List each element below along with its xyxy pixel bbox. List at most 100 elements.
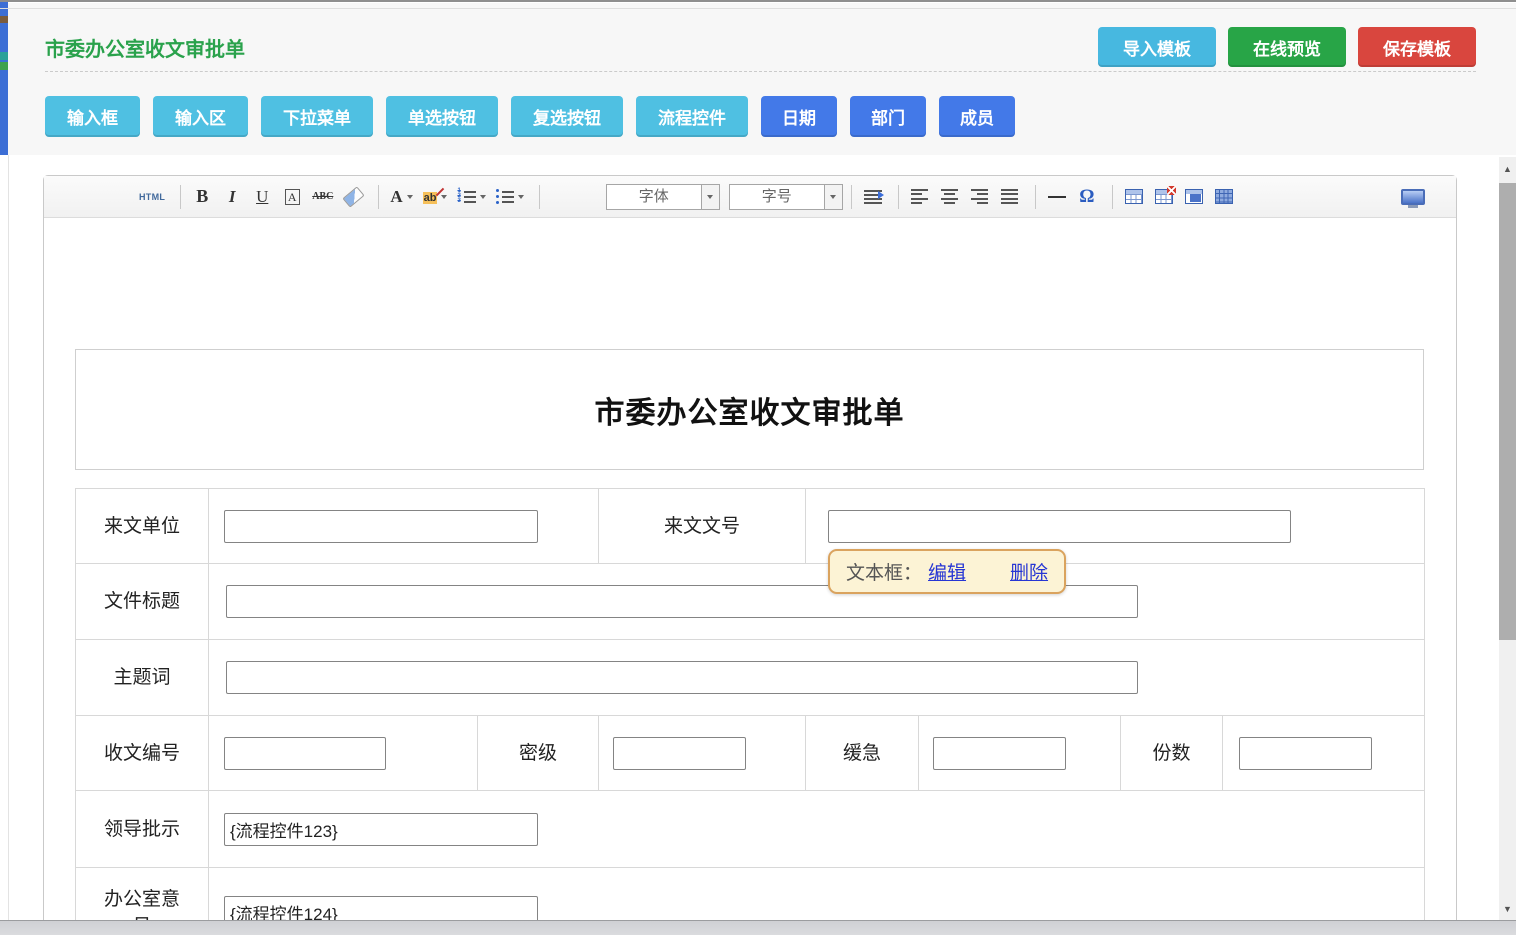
add-date-button[interactable]: 日期 [761, 96, 837, 137]
security-level-input[interactable] [613, 737, 746, 770]
field-label: 领导批示 [76, 791, 209, 868]
align-right-icon[interactable] [967, 182, 993, 212]
header: 市委办公室收文审批单 导入模板 在线预览 保存模板 输入框 输入区 下拉菜单 单… [0, 3, 1516, 155]
scrollbar-thumb[interactable] [1499, 183, 1516, 640]
import-template-button[interactable]: 导入模板 [1098, 27, 1216, 67]
table-grid-icon[interactable] [1211, 182, 1237, 212]
field-label: 收文编号 [76, 716, 209, 791]
delete-table-icon[interactable] [1151, 182, 1177, 212]
dropdown-caret-icon [830, 195, 836, 199]
align-left-icon[interactable] [907, 182, 933, 212]
align-justify-icon[interactable] [997, 182, 1023, 212]
table-properties-icon[interactable] [1181, 182, 1207, 212]
scroll-down-arrow-icon[interactable]: ▼ [1499, 900, 1516, 917]
form-title-box: 市委办公室收文审批单 [75, 349, 1424, 470]
subject-words-input[interactable] [226, 661, 1138, 694]
align-center-icon[interactable] [937, 182, 963, 212]
field-label: 份数 [1121, 716, 1223, 791]
toolbar-separator [180, 185, 181, 209]
table-row: 来文单位 来文文号 [76, 489, 1425, 564]
add-radio-button[interactable]: 单选按钮 [386, 96, 498, 137]
sliver-mark [0, 16, 8, 23]
font-family-select[interactable]: 字体 [606, 184, 720, 210]
add-textarea-button[interactable]: 输入区 [153, 96, 248, 137]
vertical-scrollbar[interactable]: ▲ ▼ [1499, 157, 1516, 920]
field-label: 文件标题 [76, 564, 209, 640]
receipt-number-input[interactable] [224, 737, 386, 770]
window-bottom-edge [0, 920, 1516, 935]
online-preview-button[interactable]: 在线预览 [1228, 27, 1346, 67]
italic-icon[interactable]: I [219, 182, 245, 212]
remove-format-icon[interactable] [340, 182, 366, 212]
toolbar-separator [1112, 185, 1113, 209]
toolbar-separator [539, 185, 540, 209]
save-template-button[interactable]: 保存模板 [1358, 27, 1476, 67]
horizontal-rule-icon[interactable] [1044, 182, 1070, 212]
eraser-icon [342, 186, 364, 207]
left-divider [8, 155, 9, 920]
toolbar-separator [851, 185, 852, 209]
add-input-box-button[interactable]: 输入框 [45, 96, 140, 137]
document-number-input[interactable] [828, 510, 1291, 543]
window-top-edge-line [0, 8, 1516, 9]
toolbar-separator [898, 185, 899, 209]
field-type-toolbar: 输入框 输入区 下拉菜单 单选按钮 复选按钮 流程控件 日期 部门 成员 [45, 96, 1015, 137]
leader-comments-input[interactable] [224, 813, 538, 846]
source-unit-input[interactable] [224, 510, 538, 543]
table-row: 文件标题 [76, 564, 1425, 640]
rich-text-editor: HTML B I U A ABC A ab 123 [43, 175, 1457, 935]
fullscreen-icon[interactable] [1398, 182, 1428, 212]
add-checkbox-button[interactable]: 复选按钮 [511, 96, 623, 137]
form-table: 来文单位 来文文号 文件标题 主题词 收文编号 密级 [75, 488, 1425, 934]
page-title: 市委办公室收文审批单 [45, 33, 245, 62]
underline-icon[interactable]: U [249, 182, 275, 212]
toolbar-separator [1035, 185, 1036, 209]
field-label: 密级 [478, 716, 599, 791]
add-member-button[interactable]: 成员 [939, 96, 1015, 137]
font-color-icon[interactable]: A [387, 182, 415, 212]
highlight-color-icon[interactable]: ab [420, 182, 451, 212]
field-tooltip: 文本框： 编辑 删除 [828, 549, 1066, 594]
tooltip-label: 文本框： [846, 558, 922, 585]
field-label: 缓急 [806, 716, 919, 791]
copies-input[interactable] [1239, 737, 1372, 770]
window-top-edge [0, 0, 1516, 2]
combo-arrow[interactable] [824, 185, 842, 209]
dropdown-caret-icon [707, 195, 713, 199]
dropdown-caret-icon [480, 195, 486, 199]
special-character-icon[interactable]: Ω [1074, 182, 1100, 212]
source-code-icon[interactable]: HTML [136, 182, 168, 212]
indent-icon[interactable] [860, 182, 886, 212]
editor-canvas[interactable]: 市委办公室收文审批单 来文单位 来文文号 文件标题 主 [44, 218, 1456, 934]
table-row: 收文编号 密级 缓急 份数 [76, 716, 1425, 791]
header-actions: 导入模板 在线预览 保存模板 [1098, 27, 1476, 67]
field-label: 来文单位 [76, 489, 209, 564]
bullet-list-icon[interactable] [493, 182, 527, 212]
field-label: 主题词 [76, 640, 209, 716]
background-window-sliver [0, 2, 8, 155]
bold-icon[interactable]: B [189, 182, 215, 212]
insert-table-icon[interactable] [1121, 182, 1147, 212]
add-flow-control-button[interactable]: 流程控件 [636, 96, 748, 137]
dropdown-caret-icon [407, 195, 413, 199]
header-divider [45, 71, 1476, 72]
field-label: 来文文号 [599, 489, 806, 564]
toolbar-separator [378, 185, 379, 209]
edit-field-link[interactable]: 编辑 [928, 558, 966, 585]
font-size-select[interactable]: 字号 [729, 184, 843, 210]
sliver-mark [0, 52, 8, 60]
scroll-up-arrow-icon[interactable]: ▲ [1499, 160, 1516, 177]
format-block-icon[interactable]: A [279, 182, 305, 212]
sliver-mark [0, 62, 8, 70]
add-department-button[interactable]: 部门 [850, 96, 926, 137]
dropdown-caret-icon [441, 195, 447, 199]
combo-arrow[interactable] [701, 185, 719, 209]
screen: 市委办公室收文审批单 导入模板 在线预览 保存模板 输入框 输入区 下拉菜单 单… [0, 0, 1516, 935]
strikethrough-icon[interactable]: ABC [309, 182, 336, 212]
add-dropdown-button[interactable]: 下拉菜单 [261, 96, 373, 137]
ordered-list-icon[interactable]: 123 [454, 182, 488, 212]
urgency-input[interactable] [933, 737, 1066, 770]
table-row: 领导批示 [76, 791, 1425, 868]
dropdown-caret-icon [518, 195, 524, 199]
delete-field-link[interactable]: 删除 [1010, 558, 1048, 585]
